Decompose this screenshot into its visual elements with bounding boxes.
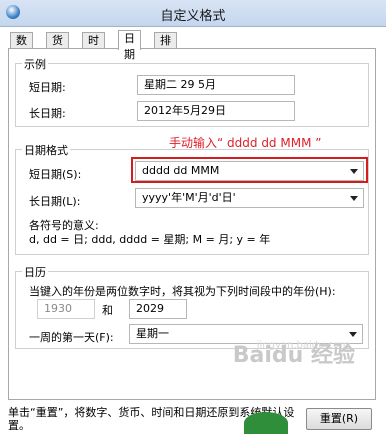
and-label: 和 [102,304,113,317]
reset-button[interactable]: 重置(R) [306,408,372,430]
first-day-label: 一周的第一天(F): [29,331,114,344]
tab-time[interactable]: 时间 [82,32,105,63]
tab-date[interactable]: 日期 [118,30,141,61]
symbol-meaning-text: d, dd = 日; ddd, dddd = 星期; M = 月; y = 年 [29,233,271,246]
title-bar: 自定义格式 [0,0,386,27]
date-format-group-title: 日期格式 [22,142,70,158]
short-date-label: 短日期(S): [29,168,82,181]
chevron-down-icon[interactable] [350,196,358,201]
example-group-title: 示例 [22,56,48,72]
year-to-value: 2029 [136,302,164,315]
tab-sort[interactable]: 排序 [154,32,177,63]
first-day-value: 星期一 [136,327,169,340]
short-date-combo[interactable]: dddd dd MMM [135,161,364,181]
year-to-stepper[interactable]: 2029 [129,299,187,319]
tab-currency[interactable]: 货币 [46,32,69,63]
tab-number[interactable]: 数字 [10,32,33,63]
long-date-label: 长日期(L): [29,195,81,208]
example-short-value: 星期二 29 5月 [137,75,295,95]
calendar-group-title: 日历 [22,264,48,280]
decorative-leaf [244,412,288,434]
long-date-value: yyyy'年'M'月'd'日' [142,191,236,204]
example-long-value: 2012年5月29日 [137,101,295,121]
window-title: 自定义格式 [160,9,226,24]
short-date-value: dddd dd MMM [142,164,220,177]
long-date-combo[interactable]: yyyy'年'M'月'd'日' [135,188,364,208]
tab-panel-date: 示例 短日期: 星期二 29 5月 长日期: 2012年5月29日 日期格式 手… [8,48,376,400]
input-hint-annotation: 手动输入“ dddd dd MMM ” [169,136,322,150]
example-short-label: 短日期: [29,81,66,94]
two-digit-year-text: 当键入的年份是两位数字时，将其视为下列时间段中的年份(H): [29,285,336,298]
watermark-logo: Baidu 经验 [232,343,355,368]
chevron-down-icon[interactable] [350,169,358,174]
example-long-label: 长日期: [29,107,66,120]
year-from-field: 1930 [37,299,95,319]
